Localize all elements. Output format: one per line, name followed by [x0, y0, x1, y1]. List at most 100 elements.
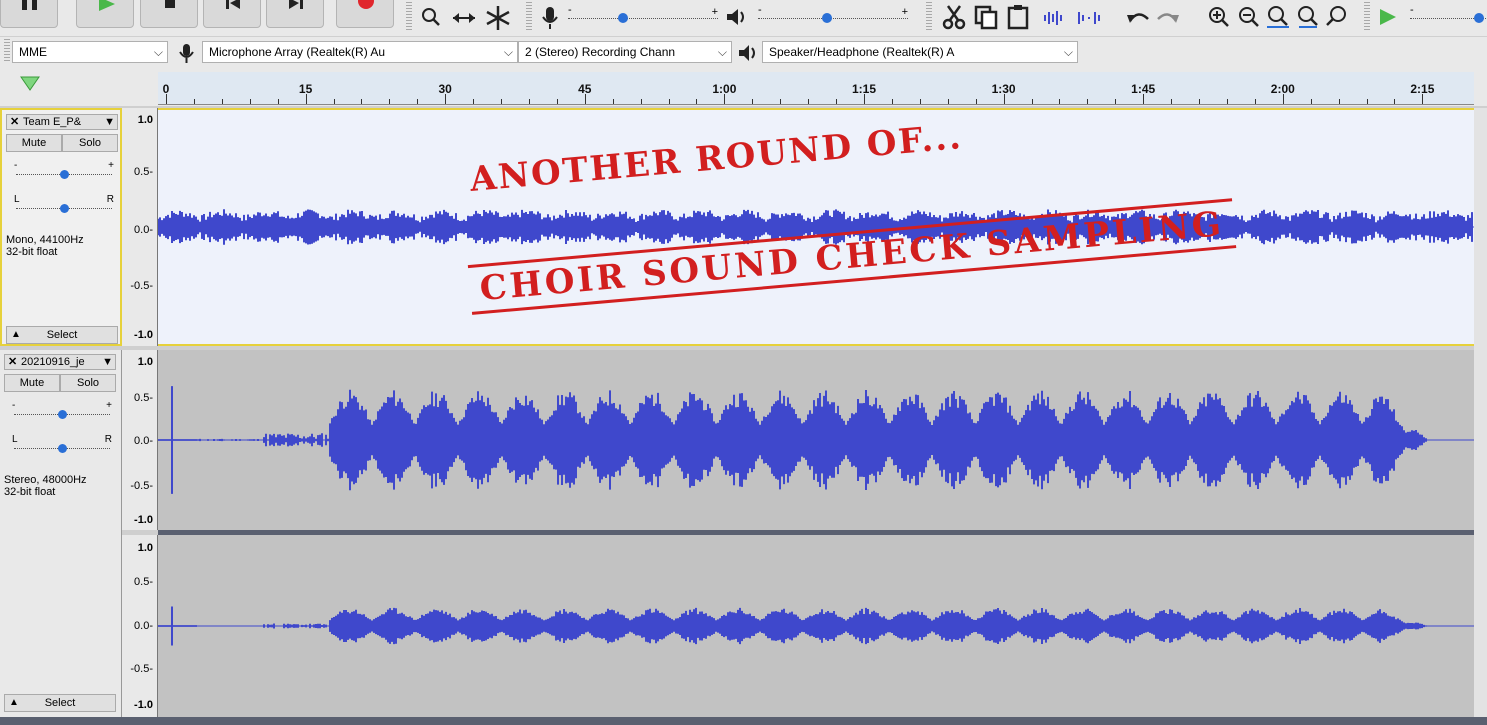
- ruler-tick: [389, 99, 391, 104]
- speaker-icon: [736, 42, 758, 64]
- scale-label: 0.0-: [134, 435, 153, 447]
- ruler-tick: [975, 99, 977, 104]
- mute-button[interactable]: Mute: [4, 374, 60, 392]
- waveform-left-channel[interactable]: [158, 350, 1474, 530]
- recording-volume-slider[interactable]: - +: [568, 4, 718, 30]
- toolbar-grip[interactable]: [4, 39, 10, 63]
- track-format-info: Stereo, 48000Hz 32-bit float: [4, 474, 87, 498]
- stop-button[interactable]: [140, 0, 198, 28]
- scale-label: -1.0: [134, 514, 153, 526]
- collapse-icon[interactable]: ▲: [11, 327, 21, 343]
- record-button[interactable]: [336, 0, 394, 28]
- fit-project-icon[interactable]: [1294, 3, 1322, 31]
- track-name-button[interactable]: ✕ 20210916_je ▼: [4, 354, 116, 370]
- play-head-triangle-icon[interactable]: [18, 74, 42, 94]
- cut-icon[interactable]: [940, 3, 968, 31]
- toolbar-grip[interactable]: [926, 2, 932, 32]
- scale-label: 0.0-: [134, 224, 153, 236]
- playback-volume-slider[interactable]: - +: [758, 4, 908, 30]
- ruler-tick: [780, 99, 782, 104]
- gain-plus-label: +: [108, 160, 114, 171]
- ruler-tick: [612, 99, 614, 104]
- ruler-tick: [836, 99, 838, 104]
- paste-icon[interactable]: [1004, 3, 1032, 31]
- pan-left-label: L: [12, 434, 18, 445]
- ruler-tick: [166, 94, 167, 104]
- main-toolbar: - + - + -: [0, 0, 1487, 36]
- ruler-tick: [668, 99, 670, 104]
- scale-label: 0.0-: [134, 620, 153, 632]
- zoom-out-icon[interactable]: [1236, 3, 1264, 31]
- gain-minus-label: -: [14, 160, 18, 171]
- pause-button[interactable]: [0, 0, 58, 28]
- waveform-right-channel[interactable]: [158, 535, 1474, 717]
- solo-button[interactable]: Solo: [60, 374, 116, 392]
- scale-label: -0.5-: [130, 480, 153, 492]
- ruler-tick: [221, 99, 223, 104]
- ruler-tick: [556, 99, 558, 104]
- timeline-ruler[interactable]: 0 15 30 45 1:00 1:15 1:30 1:45 2:00 2:15: [0, 66, 1487, 106]
- recording-channels-dropdown[interactable]: 2 (Stereo) Recording Chann ⌵: [518, 41, 732, 63]
- play-at-speed-icon[interactable]: [1374, 3, 1402, 31]
- playback-device-value: Speaker/Headphone (Realtek(R) A: [769, 45, 955, 59]
- solo-button[interactable]: Solo: [62, 134, 118, 152]
- ruler-tick: [333, 99, 335, 104]
- ruler-tick: [1282, 94, 1284, 104]
- undo-icon[interactable]: [1124, 3, 1152, 31]
- scale-label: 1.0: [137, 114, 153, 126]
- select-track-button[interactable]: ▲ Select: [6, 326, 118, 344]
- track-menu-icon[interactable]: ▼: [104, 115, 115, 129]
- gain-slider[interactable]: - +: [14, 160, 114, 180]
- track-control-panel[interactable]: ✕ Team E_P& ▼ Mute Solo - + LR Mono, 4410…: [0, 108, 122, 346]
- audio-host-dropdown[interactable]: MME ⌵: [12, 41, 168, 63]
- ruler-tick: [1059, 99, 1061, 104]
- play-at-speed-slider[interactable]: -: [1410, 4, 1486, 30]
- ruler-tick: [1115, 99, 1117, 104]
- scale-label: 0.5-: [134, 576, 153, 588]
- gain-slider[interactable]: - +: [12, 400, 112, 420]
- fit-selection-icon[interactable]: [1264, 3, 1292, 31]
- zoom-toggle-icon[interactable]: [1324, 3, 1352, 31]
- redo-icon[interactable]: [1154, 3, 1182, 31]
- silence-audio-icon[interactable]: [1074, 3, 1102, 31]
- toolbar-grip[interactable]: [1364, 2, 1370, 32]
- track-control-panel[interactable]: ✕ 20210916_je ▼ Mute Solo - + LR Stereo, …: [0, 350, 122, 717]
- multi-tool-icon[interactable]: [484, 3, 512, 31]
- skip-to-start-button[interactable]: [203, 0, 261, 28]
- skip-end-icon: [289, 0, 303, 9]
- pan-slider[interactable]: LR: [14, 194, 114, 214]
- playback-device-dropdown[interactable]: Speaker/Headphone (Realtek(R) A ⌵: [762, 41, 1078, 63]
- vertical-scrollbar[interactable]: [1474, 108, 1487, 717]
- track-sample-rate: Mono, 44100Hz: [6, 234, 84, 246]
- track-name-button[interactable]: ✕ Team E_P& ▼: [6, 114, 118, 130]
- ruler-tick: [361, 99, 363, 104]
- toolbar-grip[interactable]: [406, 2, 412, 32]
- ruler-tick: [1338, 99, 1340, 104]
- scale-label: -1.0: [134, 329, 153, 341]
- pan-slider[interactable]: LR: [12, 434, 112, 454]
- collapse-icon[interactable]: ▲: [9, 695, 19, 711]
- select-track-button[interactable]: ▲ Select: [4, 694, 116, 712]
- ruler-tick: [947, 99, 949, 104]
- toolbar-grip[interactable]: [526, 2, 532, 32]
- chevron-down-icon: ⌵: [717, 45, 727, 59]
- skip-to-end-button[interactable]: [266, 0, 324, 28]
- time-shift-tool-icon[interactable]: [450, 3, 478, 31]
- mute-button[interactable]: Mute: [6, 134, 62, 152]
- track-bit-depth: 32-bit float: [4, 486, 56, 498]
- select-label: Select: [44, 697, 76, 709]
- zoom-tool-icon[interactable]: [418, 3, 446, 31]
- trim-audio-icon[interactable]: [1040, 3, 1068, 31]
- timeline-bar[interactable]: 0 15 30 45 1:00 1:15 1:30 1:45 2:00 2:15: [158, 72, 1474, 105]
- close-track-icon[interactable]: ✕: [8, 355, 17, 369]
- copy-icon[interactable]: [972, 3, 1000, 31]
- recording-device-dropdown[interactable]: Microphone Array (Realtek(R) Au ⌵: [202, 41, 518, 63]
- zoom-in-icon[interactable]: [1206, 3, 1234, 31]
- track-menu-icon[interactable]: ▼: [102, 355, 113, 369]
- record-icon: [358, 0, 374, 9]
- close-track-icon[interactable]: ✕: [10, 115, 19, 129]
- ruler-tick: [1143, 94, 1145, 104]
- scale-label: 0.5-: [134, 166, 153, 178]
- ruler-tick: [501, 99, 503, 104]
- play-button[interactable]: [76, 0, 134, 28]
